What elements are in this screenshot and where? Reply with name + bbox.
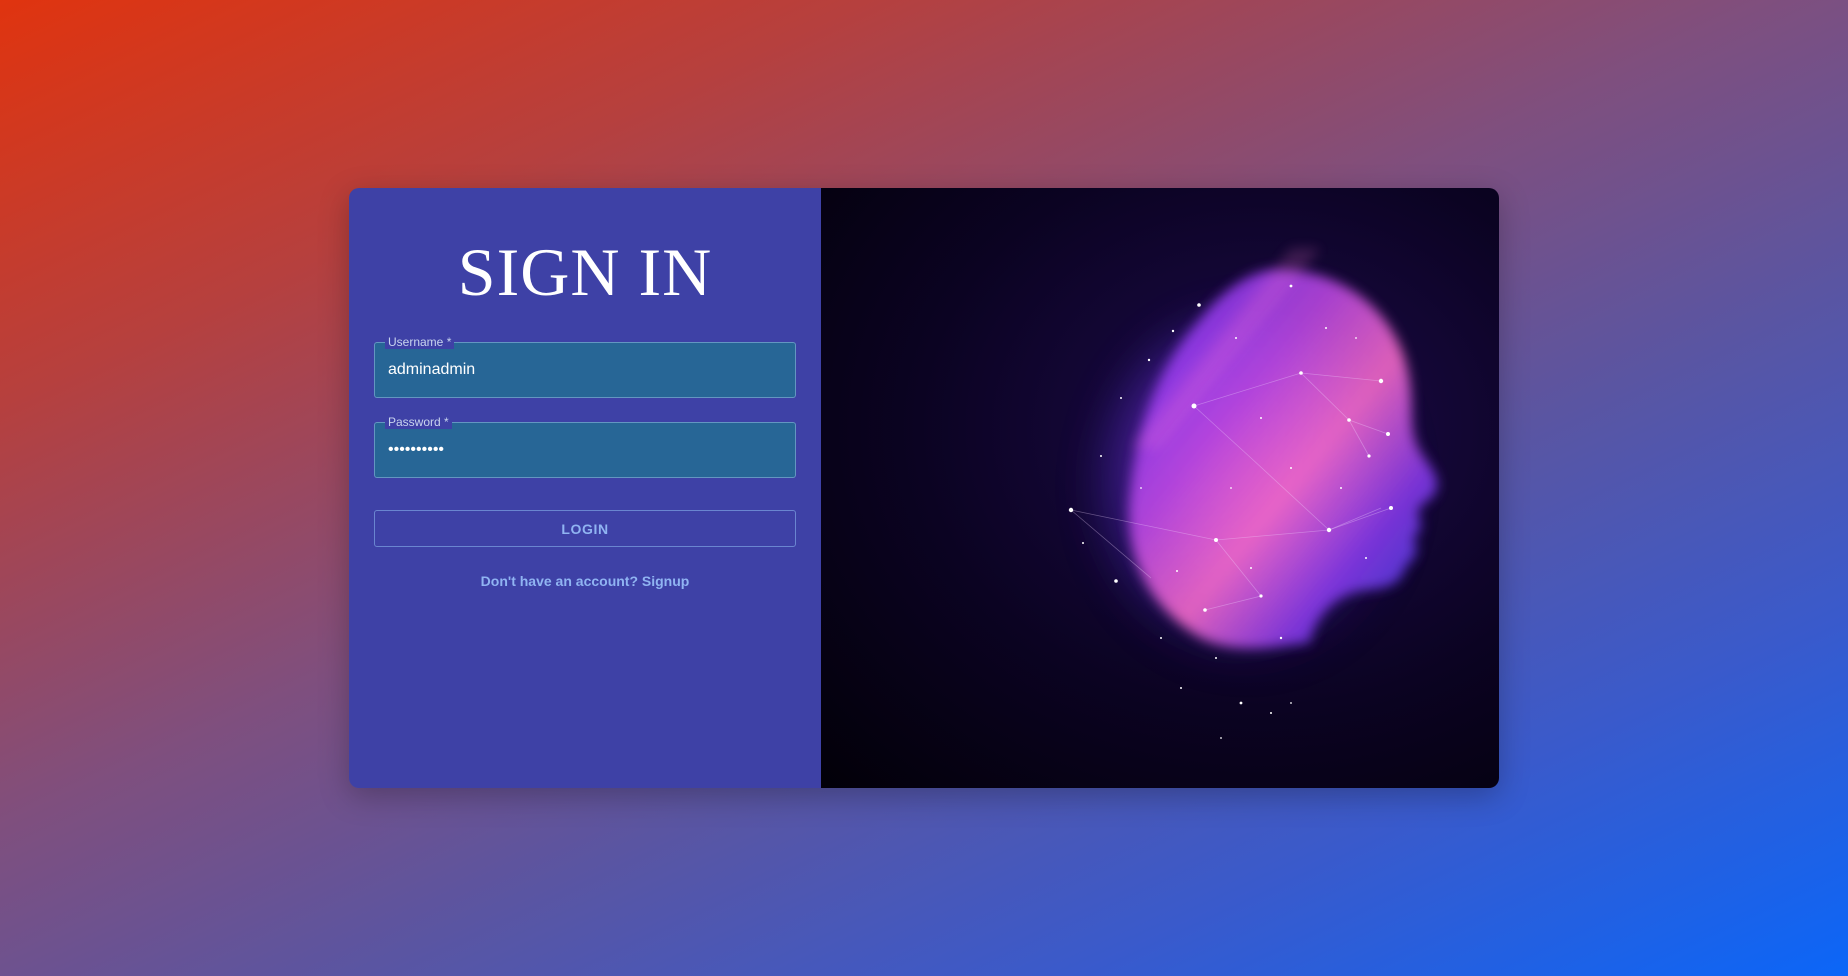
page-title: SIGN IN [457, 234, 713, 310]
username-input[interactable] [388, 343, 785, 397]
password-input[interactable] [388, 423, 785, 477]
login-form-panel: SIGN IN Username * Password * LOGIN Don'… [349, 188, 821, 788]
head-silhouette [1129, 269, 1438, 649]
password-field[interactable]: Password * [374, 415, 796, 478]
head-constellation-illustration [1068, 248, 1438, 739]
username-field[interactable]: Username * [374, 335, 796, 398]
illustration-panel [821, 188, 1499, 788]
signup-link[interactable]: Don't have an account? Signup [349, 573, 821, 589]
login-button[interactable]: LOGIN [374, 510, 796, 547]
login-card: SIGN IN Username * Password * LOGIN Don'… [349, 188, 1499, 788]
